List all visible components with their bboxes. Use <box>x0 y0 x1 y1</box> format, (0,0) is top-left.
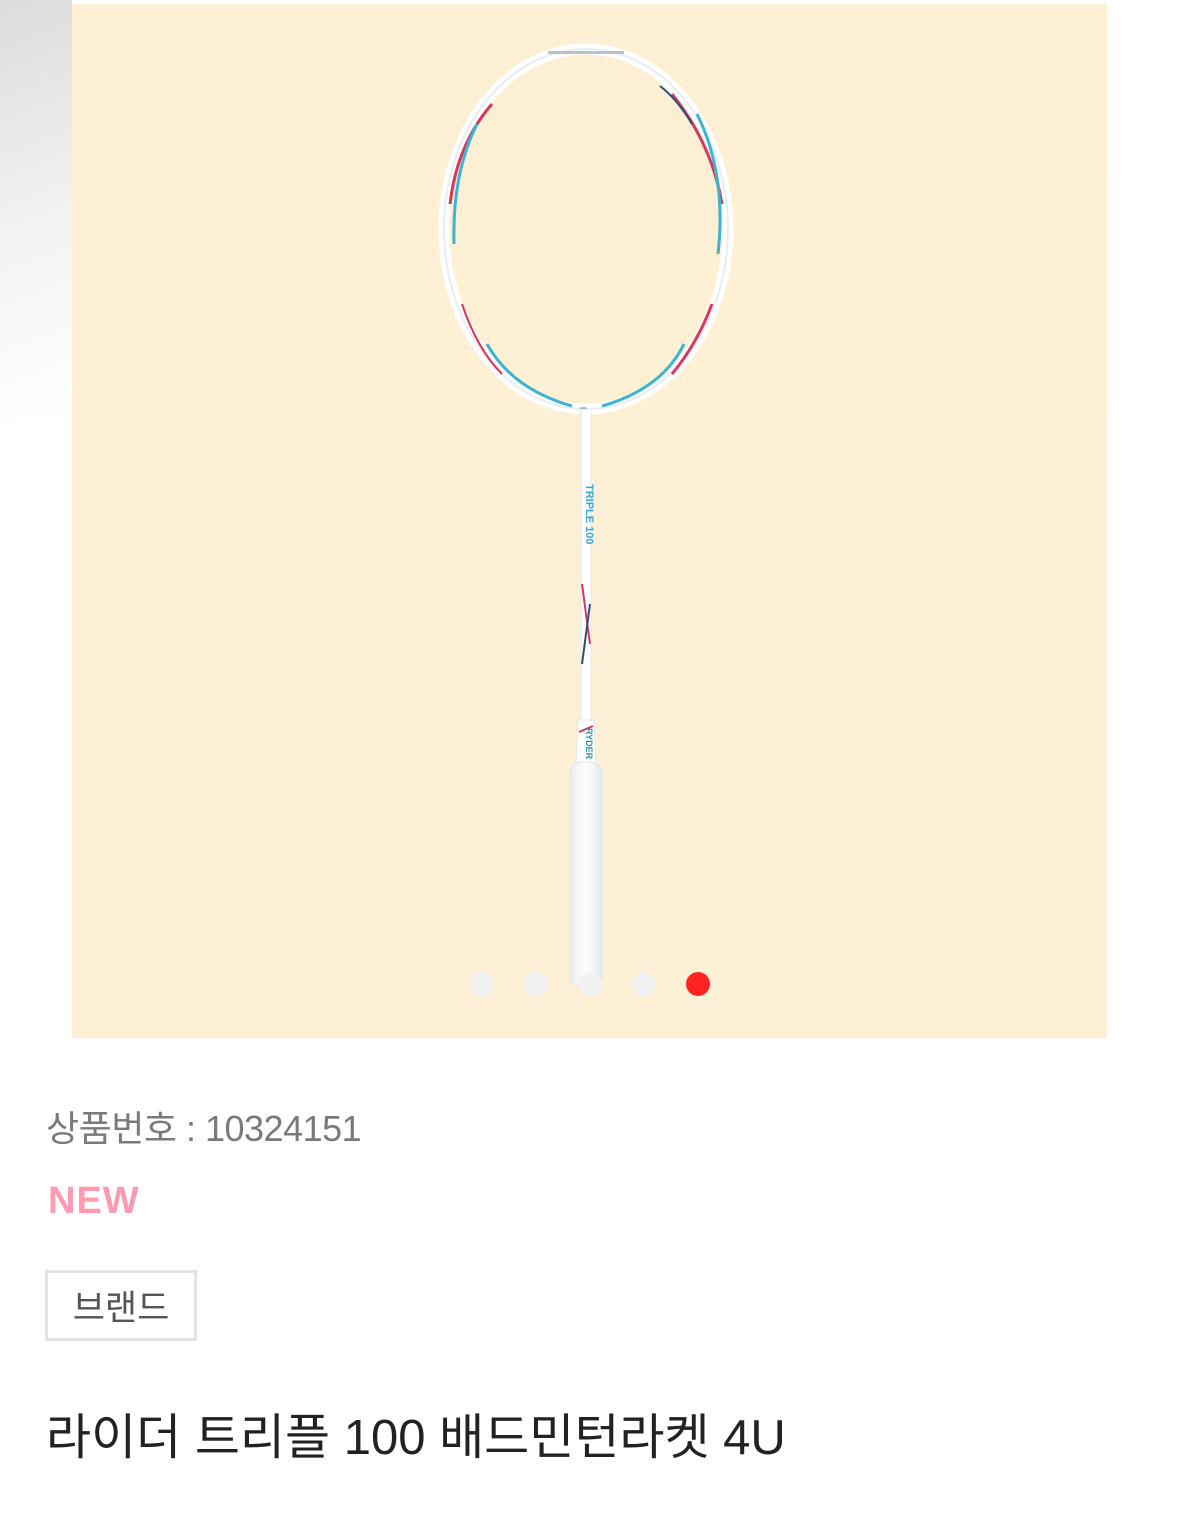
gallery-dot-2[interactable] <box>523 972 548 996</box>
product-number: 상품번호 : 10324151 <box>46 1108 362 1149</box>
gallery-dot-1[interactable] <box>469 972 494 996</box>
gallery-dot-5-active[interactable] <box>685 972 710 996</box>
badminton-racket-image: R TRIPLE 100 RYDER <box>438 43 734 988</box>
brand-button[interactable]: 브랜드 <box>45 1270 197 1341</box>
shaft-print: TRIPLE 100 <box>583 484 595 545</box>
product-title: 라이더 트리플 100 배드민턴라켓 4U <box>46 1411 786 1465</box>
product-image-gallery[interactable]: R TRIPLE 100 RYDER <box>72 4 1107 1038</box>
gallery-dot-4[interactable] <box>631 972 656 996</box>
throat-print: RYDER <box>584 728 594 760</box>
new-badge: NEW <box>48 1180 140 1222</box>
gallery-pagination <box>72 972 1107 998</box>
left-edge-shadow <box>0 0 72 420</box>
gallery-dot-3[interactable] <box>577 972 602 996</box>
product-detail-page: R TRIPLE 100 RYDER 상품번호 : 10324151 NEW 브… <box>0 0 1179 1521</box>
